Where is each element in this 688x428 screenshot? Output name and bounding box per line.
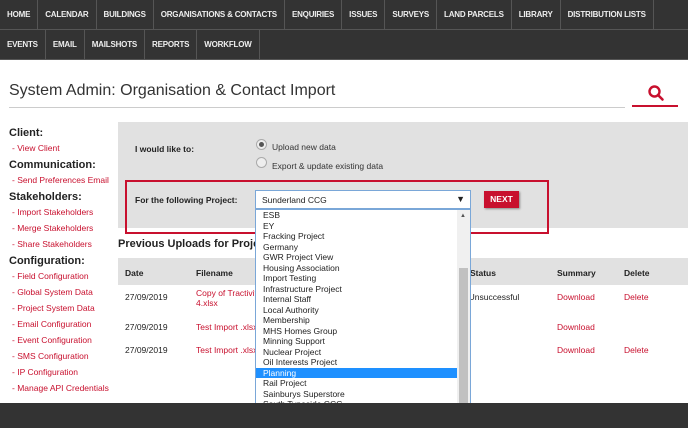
sidebar-link[interactable]: Share Stakeholders <box>12 239 119 249</box>
dropdown-option[interactable]: Rail Project <box>256 378 458 389</box>
row-date: 27/09/2019 <box>125 345 168 355</box>
sidebar-link[interactable]: Field Configuration <box>12 271 119 281</box>
nav-item[interactable]: ISSUES <box>342 0 386 29</box>
divider <box>9 107 397 108</box>
next-button[interactable]: NEXT <box>484 191 519 208</box>
dropdown-option[interactable]: ESB <box>256 210 458 221</box>
scrollbar-thumb[interactable] <box>459 268 468 405</box>
nav-item[interactable]: HOME <box>0 0 39 29</box>
sidebar-heading: Configuration: <box>9 255 85 267</box>
row-date: 27/09/2019 <box>125 322 168 332</box>
scroll-up-icon[interactable]: ▲ <box>460 213 466 219</box>
nav-item[interactable]: REPORTS <box>145 30 198 59</box>
project-dropdown-list[interactable]: ESB EY Fracking Project Germany GWR Project … <box>255 209 471 426</box>
search-icon[interactable] <box>647 84 665 102</box>
col-date: Date <box>125 268 144 278</box>
nav-item[interactable]: LAND PARCELS <box>437 0 512 29</box>
sidebar-link[interactable]: Global System Data <box>12 287 119 297</box>
uploads-title: Previous Uploads for Project: <box>118 238 273 250</box>
sidebar: Client: View Client Communication: Send Pre… <box>9 127 119 399</box>
sidebar-link[interactable]: Send Preferences Email <box>12 175 119 185</box>
divider <box>397 107 625 108</box>
footer-bar <box>0 403 688 428</box>
dropdown-option[interactable]: EY <box>256 221 458 232</box>
col-delete: Delete <box>624 268 650 278</box>
nav-item[interactable]: BUILDINGS <box>97 0 154 29</box>
col-filename: Filename <box>196 268 233 278</box>
col-status: Status <box>470 268 496 278</box>
scrollbar[interactable]: ▲ ▼ <box>457 210 470 425</box>
dropdown-option[interactable]: Local Authority <box>256 305 458 316</box>
nav-item[interactable]: SURVEYS <box>385 0 438 29</box>
nav-item[interactable]: LIBRARY <box>512 0 561 29</box>
project-value: Sunderland CCG <box>262 195 327 205</box>
sidebar-heading: Stakeholders: <box>9 191 82 203</box>
row-filename-cont[interactable]: 4.xlsx <box>196 298 218 308</box>
nav-item[interactable]: MAILSHOTS <box>85 30 146 59</box>
sidebar-link[interactable]: Import Stakeholders <box>12 207 119 217</box>
dropdown-option[interactable]: Import Testing <box>256 273 458 284</box>
like-label: I would like to: <box>135 144 195 154</box>
sidebar-section: Communication: Send Preferences Email <box>9 159 119 185</box>
sidebar-link[interactable]: IP Configuration <box>12 367 119 377</box>
sidebar-link[interactable]: Project System Data <box>12 303 119 313</box>
main-nav: HOME CALENDAR BUILDINGS ORGANISATIONS & CON… <box>0 0 688 60</box>
dropdown-option[interactable]: Internal Staff <box>256 294 458 305</box>
dropdown-option[interactable]: Germany <box>256 242 458 253</box>
download-link[interactable]: Download <box>557 345 595 355</box>
page-title: System Admin: Organisation & Contact Imp… <box>9 82 336 99</box>
export-radio[interactable] <box>256 157 267 168</box>
delete-link[interactable]: Delete <box>624 345 649 355</box>
dropdown-option[interactable]: Membership <box>256 315 458 326</box>
dropdown-option[interactable]: Infrastructure Project <box>256 284 458 295</box>
search-underline <box>632 105 678 107</box>
dropdown-option[interactable]: MHS Homes Group <box>256 326 458 337</box>
sidebar-link[interactable]: View Client <box>12 143 119 153</box>
sidebar-heading: Client: <box>9 127 44 139</box>
row-filename[interactable]: Test Import .xlsx <box>196 322 257 332</box>
nav-item[interactable]: EMAIL <box>46 30 85 59</box>
dropdown-option[interactable]: GWR Project View <box>256 252 458 263</box>
sidebar-section: Stakeholders: Import Stakeholders Merge St… <box>9 191 119 249</box>
dropdown-option[interactable]: Housing Association <box>256 263 458 274</box>
export-label: Export & update existing data <box>272 161 384 171</box>
download-link[interactable]: Download <box>557 292 595 302</box>
upload-label: Upload new data <box>272 142 336 152</box>
chevron-down-icon: ▼ <box>456 194 465 204</box>
nav-item[interactable]: ENQUIRIES <box>285 0 343 29</box>
sidebar-heading: Communication: <box>9 159 96 171</box>
sidebar-link[interactable]: Manage API Credentials <box>12 383 119 393</box>
sidebar-link[interactable]: Event Configuration <box>12 335 119 345</box>
dropdown-option[interactable]: Minning Support <box>256 336 458 347</box>
dropdown-option[interactable]: Planning <box>256 367 458 378</box>
project-select[interactable]: Sunderland CCG ▼ <box>255 190 471 209</box>
delete-link[interactable]: Delete <box>624 292 649 302</box>
dropdown-option[interactable]: Oil Interests Project <box>256 357 458 368</box>
sidebar-link[interactable]: Email Configuration <box>12 319 119 329</box>
sidebar-section: Client: View Client <box>9 127 119 153</box>
download-link[interactable]: Download <box>557 322 595 332</box>
sidebar-section: Configuration: Field Configuration Global … <box>9 255 119 393</box>
sidebar-link[interactable]: Merge Stakeholders <box>12 223 119 233</box>
row-filename[interactable]: Copy of Tractivity <box>196 288 261 298</box>
dropdown-option[interactable]: Nuclear Project <box>256 347 458 358</box>
dropdown-option[interactable]: Sainburys Superstore <box>256 389 458 400</box>
nav-item[interactable]: WORKFLOW <box>197 30 260 59</box>
sidebar-link[interactable]: SMS Configuration <box>12 351 119 361</box>
row-date: 27/09/2019 <box>125 292 168 302</box>
dropdown-option[interactable]: Fracking Project <box>256 231 458 242</box>
nav-item[interactable]: ORGANISATIONS & CONTACTS <box>154 0 285 29</box>
row-filename[interactable]: Test Import .xlsx <box>196 345 257 355</box>
col-summary: Summary <box>557 268 596 278</box>
nav-item[interactable]: CALENDAR <box>38 0 97 29</box>
nav-item[interactable]: DISTRIBUTION LISTS <box>561 0 654 29</box>
upload-radio[interactable] <box>256 139 267 150</box>
project-label: For the following Project: <box>135 195 238 205</box>
nav-item[interactable]: EVENTS <box>0 30 46 59</box>
